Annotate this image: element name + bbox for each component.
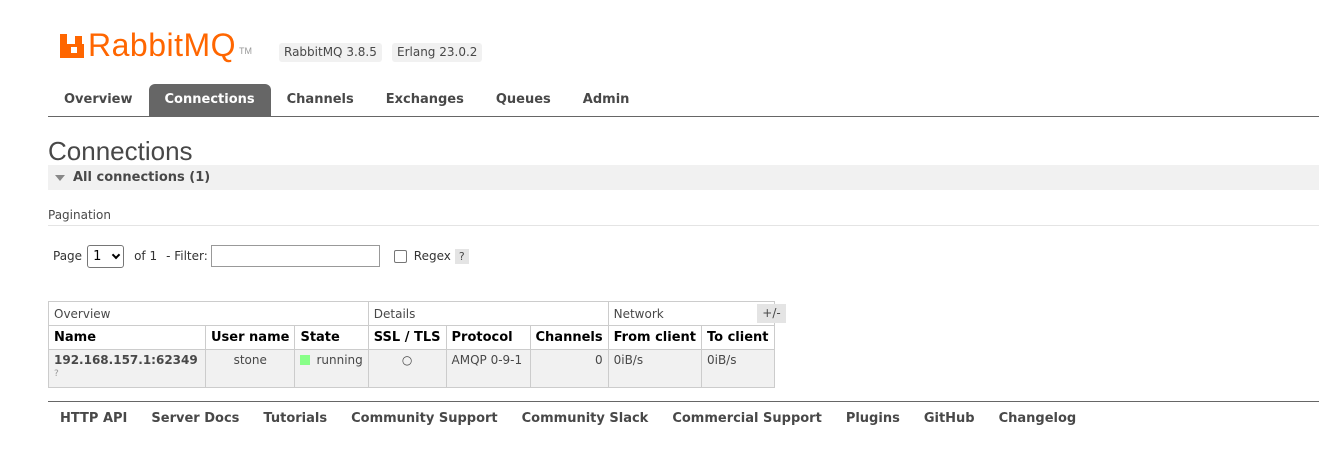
column-header-state[interactable]: State: [294, 325, 369, 350]
column-header-channels[interactable]: Channels: [529, 325, 609, 350]
column-header-ssl-tls[interactable]: SSL / TLS: [367, 325, 447, 350]
column-header-name[interactable]: Name: [48, 325, 206, 350]
main-tabs: Overview Connections Channels Exchanges …: [48, 84, 1319, 117]
footer-link-changelog[interactable]: Changelog: [999, 411, 1077, 426]
group-header-network: Network: [607, 301, 775, 326]
page-select[interactable]: 1: [87, 244, 125, 268]
connections-table: Overview Details Network Name User name …: [48, 301, 775, 388]
footer-link-community-support[interactable]: Community Support: [351, 411, 498, 426]
page-title: Connections: [48, 136, 193, 166]
channels-cell: 0: [529, 349, 609, 388]
from-client-cell: 0iB/s: [607, 349, 702, 388]
collapse-triangle-icon: [55, 174, 65, 181]
rabbitmq-logo-icon: [60, 34, 84, 58]
state-text: running: [316, 353, 363, 367]
group-header-overview: Overview: [48, 301, 369, 326]
regex-help-button[interactable]: ?: [454, 248, 469, 264]
page-label: Page: [53, 249, 83, 263]
tab-queues[interactable]: Queues: [480, 84, 567, 116]
regex-checkbox[interactable]: [393, 249, 407, 263]
tab-connections[interactable]: Connections: [148, 84, 271, 116]
column-header-user-name[interactable]: User name: [204, 325, 296, 350]
logo-trademark: TM: [239, 46, 253, 56]
tab-admin[interactable]: Admin: [567, 84, 646, 116]
protocol-cell: AMQP 0-9-1: [445, 349, 531, 388]
footer-link-commercial-support[interactable]: Commercial Support: [672, 411, 822, 426]
filter-input[interactable]: [210, 245, 380, 267]
connection-name-link[interactable]: 192.168.157.1:62349: [54, 353, 198, 367]
connections-table-wrap: Overview Details Network Name User name …: [48, 301, 775, 388]
pagination-title: Pagination: [48, 208, 111, 222]
section-label: All connections (1): [73, 170, 211, 185]
column-header-protocol[interactable]: Protocol: [445, 325, 531, 350]
tab-exchanges[interactable]: Exchanges: [370, 84, 480, 116]
footer-link-plugins[interactable]: Plugins: [846, 411, 900, 426]
column-header-from-client[interactable]: From client: [607, 325, 702, 350]
user-name-cell: stone: [204, 349, 296, 388]
to-client-cell: 0iB/s: [700, 349, 775, 388]
tab-overview[interactable]: Overview: [48, 84, 149, 116]
erlang-version-badge: Erlang 23.0.2: [392, 43, 483, 62]
group-header-details: Details: [367, 301, 609, 326]
toggle-columns-button[interactable]: +/-: [757, 304, 786, 323]
table-row: 192.168.157.1:62349 ? stone running ○ AM…: [48, 349, 775, 388]
ssl-cell: ○: [367, 349, 447, 388]
pagination-divider: [48, 225, 1319, 226]
page-select-value: 1: [93, 248, 102, 264]
state-cell: running: [294, 349, 369, 388]
chevron-down-icon: [111, 250, 121, 259]
regex-label: Regex: [413, 249, 451, 263]
footer-link-github[interactable]: GitHub: [924, 411, 975, 426]
filter-label: - Filter:: [166, 249, 208, 263]
running-status-icon: [300, 355, 311, 365]
footer-link-tutorials[interactable]: Tutorials: [263, 411, 327, 426]
rabbitmq-logo[interactable]: RabbitMQ TM: [60, 28, 252, 62]
all-connections-toggle[interactable]: All connections (1): [48, 165, 1319, 190]
tab-channels[interactable]: Channels: [271, 84, 370, 116]
rabbitmq-version-badge: RabbitMQ 3.8.5: [279, 43, 382, 62]
footer-link-server-docs[interactable]: Server Docs: [151, 411, 239, 426]
footer-link-http-api[interactable]: HTTP API: [60, 411, 127, 426]
connection-name-cell[interactable]: 192.168.157.1:62349 ?: [48, 349, 206, 388]
footer-links: HTTP API Server Docs Tutorials Community…: [48, 401, 1319, 426]
pager: Page 1 of 1 - Filter: Regex ?: [53, 244, 469, 268]
connection-client-info: ?: [54, 369, 59, 379]
column-header-to-client[interactable]: To client: [700, 325, 775, 350]
logo-text: RabbitMQ: [88, 27, 237, 63]
footer-link-community-slack[interactable]: Community Slack: [522, 411, 649, 426]
page-count-label: of 1: [134, 249, 158, 263]
